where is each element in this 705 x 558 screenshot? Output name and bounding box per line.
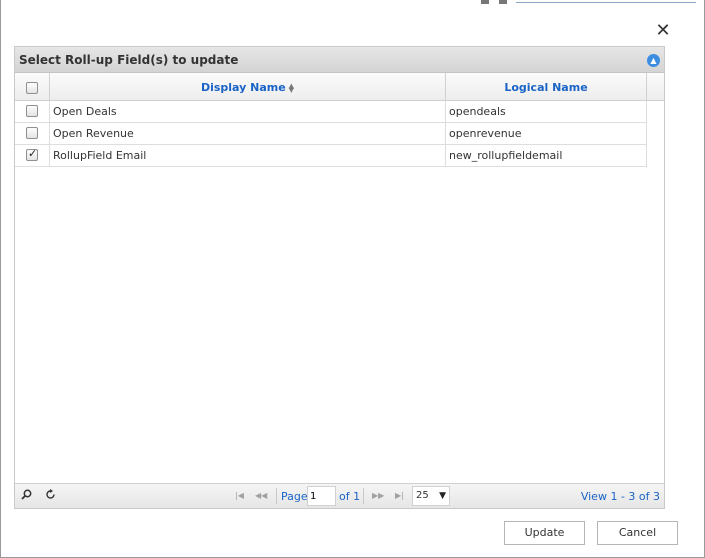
close-icon[interactable]: ✕ (653, 21, 673, 41)
page-number-input[interactable] (307, 486, 336, 506)
background-window-edge (471, 0, 705, 5)
cell-display-name: Open Deals (50, 101, 446, 123)
cancel-button[interactable]: Cancel (597, 521, 678, 545)
rollup-fields-grid: Select Roll-up Field(s) to update ▲ Disp… (14, 46, 665, 509)
row-checkbox[interactable] (26, 105, 38, 117)
table-row[interactable]: Open Deals opendeals (15, 101, 647, 123)
grid-header: Display Name ▲ ▼ Logical Name (15, 73, 664, 101)
next-page-icon[interactable]: ▶▶ (372, 491, 384, 500)
page-count: of 1 (339, 490, 361, 503)
search-icon[interactable] (21, 489, 32, 503)
table-row[interactable]: ✓ RollupField Email new_rollupfieldemail (15, 145, 647, 167)
cell-logical-name: opendeals (446, 101, 647, 123)
page-label: Page (281, 490, 308, 503)
cell-logical-name: new_rollupfieldemail (446, 145, 647, 167)
chevron-down-icon: ▼ (439, 491, 446, 501)
select-all-checkbox[interactable] (26, 82, 38, 94)
column-header-logical-name[interactable]: Logical Name (446, 73, 647, 100)
row-checkbox-checked[interactable]: ✓ (26, 147, 38, 161)
refresh-icon[interactable] (45, 489, 56, 503)
grid-footer: |◀ ◀◀ Page of 1 ▶▶ ▶| 25 ▼ View 1 - 3 of… (15, 483, 664, 508)
cell-display-name: Open Revenue (50, 123, 446, 145)
row-checkbox[interactable] (26, 127, 38, 139)
checkmark-icon: ✓ (28, 147, 38, 160)
sort-icon: ▲ ▼ (288, 82, 295, 94)
first-page-icon[interactable]: |◀ (235, 491, 244, 500)
grid-title-bar: Select Roll-up Field(s) to update ▲ (15, 47, 664, 73)
last-page-icon[interactable]: ▶| (395, 491, 404, 500)
rows-per-page-select[interactable]: 25 ▼ (412, 486, 450, 506)
dialog: ✕ Select Roll-up Field(s) to update ▲ Di… (0, 0, 705, 558)
cell-logical-name: openrevenue (446, 123, 647, 145)
column-label-display-name: Display Name (200, 81, 286, 94)
grid-title: Select Roll-up Field(s) to update (19, 53, 239, 67)
collapse-icon[interactable]: ▲ (647, 54, 660, 67)
view-range-text: View 1 - 3 of 3 (580, 490, 660, 503)
table-row[interactable]: Open Revenue openrevenue (15, 123, 647, 145)
cell-display-name: RollupField Email (50, 145, 446, 167)
column-header-display-name[interactable]: Display Name ▲ ▼ (50, 73, 446, 100)
column-label-logical-name: Logical Name (504, 81, 588, 94)
update-button[interactable]: Update (504, 521, 585, 545)
prev-page-icon[interactable]: ◀◀ (255, 491, 267, 500)
